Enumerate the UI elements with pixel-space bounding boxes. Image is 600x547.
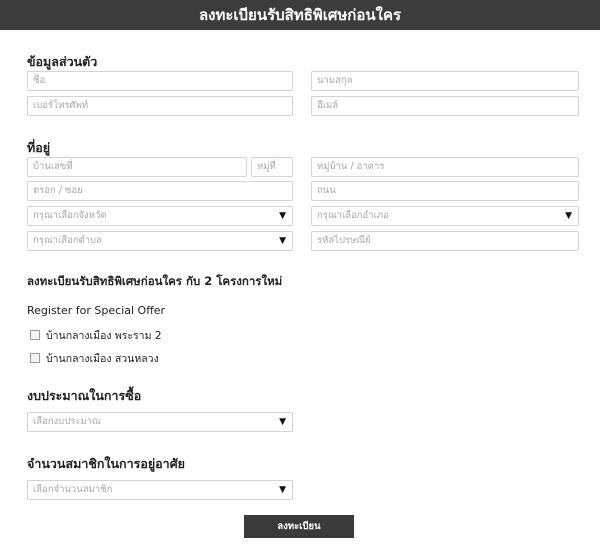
project-option[interactable]: บ้านกลางเมือง พระราม 2	[30, 327, 162, 343]
postcode-input[interactable]: รหัสไปรษณีย์	[311, 231, 579, 251]
checkbox[interactable]	[30, 330, 40, 340]
budget-select-value: เลือกงบประมาณ	[33, 416, 101, 427]
province-select-value: กรุณาเลือกจังหวัด	[33, 210, 107, 221]
personal-info-heading: ข้อมูลส่วนตัว	[27, 54, 98, 69]
chevron-down-icon: ▼	[279, 417, 286, 427]
offer-heading: ลงทะเบียนรับสิทธิพิเศษก่อนใคร กับ 2 โครง…	[27, 274, 283, 288]
project-label: บ้านกลางเมือง สวนหลวง	[46, 353, 159, 365]
chevron-down-icon: ▼	[279, 211, 286, 221]
budget-select[interactable]: เลือกงบประมาณ ▼	[27, 412, 293, 432]
district-select-value: กรุณาเลือกอำเภอ	[317, 210, 389, 221]
house-number-input[interactable]: บ้านเลขที่	[27, 157, 247, 177]
chevron-down-icon: ▼	[279, 236, 286, 246]
chevron-down-icon: ▼	[565, 211, 572, 221]
phone-input[interactable]: เบอร์โทรศัพท์	[27, 96, 293, 116]
members-select[interactable]: เลือกจำนวนสมาชิก ▼	[27, 480, 293, 500]
offer-subtitle: Register for Special Offer	[27, 304, 166, 317]
first-name-input[interactable]: ชื่อ	[27, 71, 293, 91]
road-input[interactable]: ถนน	[311, 181, 579, 201]
register-button[interactable]: ลงทะเบียน	[244, 515, 354, 538]
project-label: บ้านกลางเมือง พระราม 2	[46, 330, 162, 342]
subdistrict-select[interactable]: กรุณาเลือกตำบล ▼	[27, 231, 293, 251]
address-heading: ที่อยู่	[27, 140, 51, 155]
moo-input[interactable]: หมู่ที่	[251, 157, 293, 177]
subdistrict-select-value: กรุณาเลือกตำบล	[33, 235, 102, 246]
checkbox[interactable]	[30, 353, 40, 363]
members-heading: จำนวนสมาชิกในการอยู่อาศัย	[27, 456, 185, 471]
province-select[interactable]: กรุณาเลือกจังหวัด ▼	[27, 206, 293, 226]
project-option[interactable]: บ้านกลางเมือง สวนหลวง	[30, 350, 159, 366]
village-input[interactable]: หมู่บ้าน / อาคาร	[311, 157, 579, 177]
members-select-value: เลือกจำนวนสมาชิก	[33, 484, 113, 495]
district-select[interactable]: กรุณาเลือกอำเภอ ▼	[311, 206, 579, 226]
page-header: ลงทะเบียนรับสิทธิพิเศษก่อนใคร	[0, 0, 600, 30]
header-title: ลงทะเบียนรับสิทธิพิเศษก่อนใคร	[198, 6, 402, 24]
budget-heading: งบประมาณในการซื้อ	[27, 388, 142, 403]
soi-input[interactable]: ตรอก / ซอย	[27, 181, 293, 201]
email-input[interactable]: อีเมล์	[311, 96, 579, 116]
chevron-down-icon: ▼	[279, 485, 286, 495]
last-name-input[interactable]: นามสกุล	[311, 71, 579, 91]
